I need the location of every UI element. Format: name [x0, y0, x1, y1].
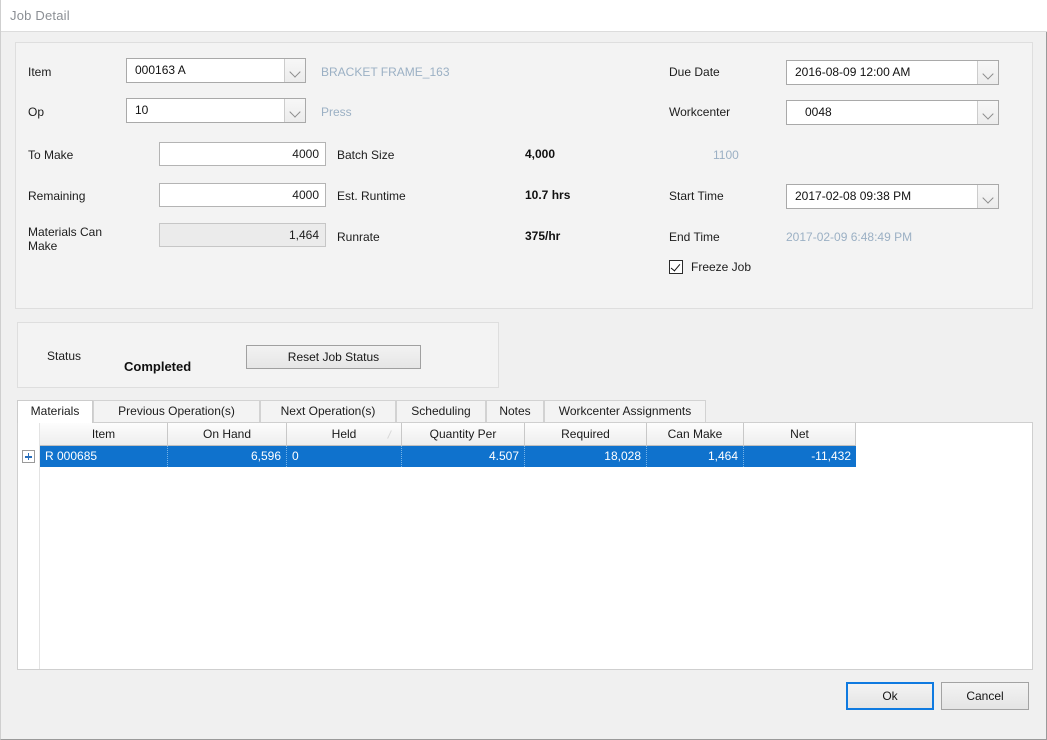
op-value: 10: [135, 103, 149, 117]
workcenter-description: 1100: [713, 148, 739, 162]
est-runtime-label: Est. Runtime: [337, 189, 406, 203]
grid-header-item[interactable]: Item: [40, 423, 168, 446]
item-combobox[interactable]: 000163 A: [126, 58, 306, 83]
row-expander-icon[interactable]: [22, 450, 35, 463]
to-make-label: To Make: [28, 148, 74, 162]
cancel-button-label: Cancel: [966, 689, 1004, 703]
tab-workcenter-assignments[interactable]: Workcenter Assignments: [544, 400, 706, 422]
materials-can-make-label: Materials Can Make: [28, 225, 102, 253]
op-combobox[interactable]: 10: [126, 98, 306, 123]
status-value: Completed: [124, 359, 192, 374]
cell-net: -11,432: [811, 449, 851, 463]
ok-button-label: Ok: [882, 689, 898, 703]
chevron-down-icon[interactable]: [284, 59, 305, 82]
tab-scheduling[interactable]: Scheduling: [396, 400, 486, 422]
sort-indicator-icon: [386, 430, 394, 438]
grid-header-required[interactable]: Required: [525, 423, 647, 446]
op-description: Press: [321, 105, 352, 119]
grid-header-on-hand[interactable]: On Hand: [168, 423, 287, 446]
remaining-label: Remaining: [28, 189, 86, 203]
workcenter-label: Workcenter: [669, 105, 731, 119]
materials-can-make-input: 1,464: [159, 223, 326, 247]
tab-notes-label: Notes: [499, 404, 531, 418]
workcenter-combobox[interactable]: 0048: [786, 100, 999, 125]
materials-can-make-label-line2: Make: [28, 239, 58, 253]
runrate-label: Runrate: [337, 230, 380, 244]
item-label: Item: [28, 65, 52, 79]
materials-can-make-value: 1,464: [288, 228, 319, 242]
to-make-input[interactable]: _____4000: [159, 142, 326, 166]
est-runtime-value: 10.7 hrs: [525, 188, 571, 202]
cancel-button[interactable]: Cancel: [941, 682, 1029, 710]
due-date-label: Due Date: [669, 65, 720, 79]
title-bar: Job Detail: [1, 0, 1047, 32]
chevron-down-icon[interactable]: [284, 99, 305, 122]
remaining-value: _____4000: [292, 188, 319, 202]
chevron-down-icon[interactable]: [977, 185, 998, 208]
grid-header-net[interactable]: Net: [744, 423, 856, 446]
grid-header-quantity-per[interactable]: Quantity Per: [402, 423, 525, 446]
tab-previous-operations[interactable]: Previous Operation(s): [93, 400, 260, 422]
table-row[interactable]: R 000685 6,596 0 4.507 18,028 1,464 -11,…: [40, 446, 856, 467]
job-detail-window: Job Detail Item 000163 A BRACKET FRAME_1…: [0, 0, 1047, 740]
start-time-combobox[interactable]: 2017-02-08 09:38 PM: [786, 184, 999, 209]
workcenter-value: 0048: [805, 105, 832, 119]
checkmark-icon[interactable]: [669, 260, 683, 274]
due-date-value: 2016-08-09 12:00 AM: [795, 65, 911, 79]
freeze-job-checkbox[interactable]: Freeze Job: [669, 260, 751, 274]
chevron-down-icon[interactable]: [977, 61, 998, 84]
end-time-value: 2017-02-09 6:48:49 PM: [786, 230, 913, 244]
ok-button[interactable]: Ok: [846, 682, 934, 710]
cell-quantity-per: 4.507: [402, 446, 525, 467]
materials-grid: Item On Hand Held Quantity Per Required …: [17, 422, 1033, 670]
end-time-label: End Time: [669, 230, 720, 244]
tab-materials[interactable]: Materials: [17, 400, 93, 423]
remaining-input[interactable]: _____4000: [159, 183, 326, 207]
to-make-value: _____4000: [292, 147, 319, 161]
reset-job-status-label: Reset Job Status: [287, 350, 380, 364]
cell-can-make: 1,464: [647, 446, 744, 467]
start-time-label: Start Time: [669, 189, 724, 203]
start-time-value: 2017-02-08 09:38 PM: [795, 189, 912, 203]
reset-job-status-button[interactable]: Reset Job Status: [246, 345, 421, 369]
chevron-down-icon[interactable]: [977, 101, 998, 124]
cell-item: R 000685: [40, 446, 168, 467]
grid-header-can-make[interactable]: Can Make: [647, 423, 744, 446]
tab-materials-label: Materials: [30, 404, 80, 418]
batch-size-label: Batch Size: [337, 148, 395, 162]
cell-on-hand: 6,596: [168, 446, 287, 467]
status-label: Status: [47, 349, 82, 363]
tab-notes[interactable]: Notes: [486, 400, 544, 422]
freeze-job-label: Freeze Job: [691, 260, 752, 274]
due-date-combobox[interactable]: 2016-08-09 12:00 AM: [786, 60, 999, 85]
batch-size-value: 4,000: [525, 147, 556, 161]
runrate-value: 375/hr: [525, 229, 561, 243]
window-title: Job Detail: [10, 8, 70, 23]
job-detail-panel: Item 000163 A BRACKET FRAME_163 Op 10 Pr…: [15, 42, 1033, 309]
cell-required: 18,028: [525, 446, 647, 467]
tab-next-operations[interactable]: Next Operation(s): [260, 400, 396, 422]
tab-workcenter-assignments-label: Workcenter Assignments: [558, 404, 692, 418]
item-description: BRACKET FRAME_163: [321, 65, 450, 79]
materials-can-make-label-line1: Materials Can: [28, 225, 103, 239]
item-value: 000163 A: [135, 63, 186, 77]
grid-header-held-label: Held: [331, 427, 357, 441]
status-panel: Status Completed Reset Job Status: [17, 322, 499, 388]
op-label: Op: [28, 105, 45, 119]
cell-held: 0: [287, 446, 402, 467]
tab-previous-operations-label: Previous Operation(s): [118, 404, 235, 418]
tab-scheduling-label: Scheduling: [411, 404, 471, 418]
tab-next-operations-label: Next Operation(s): [280, 404, 376, 418]
grid-header-held[interactable]: Held: [287, 423, 402, 446]
